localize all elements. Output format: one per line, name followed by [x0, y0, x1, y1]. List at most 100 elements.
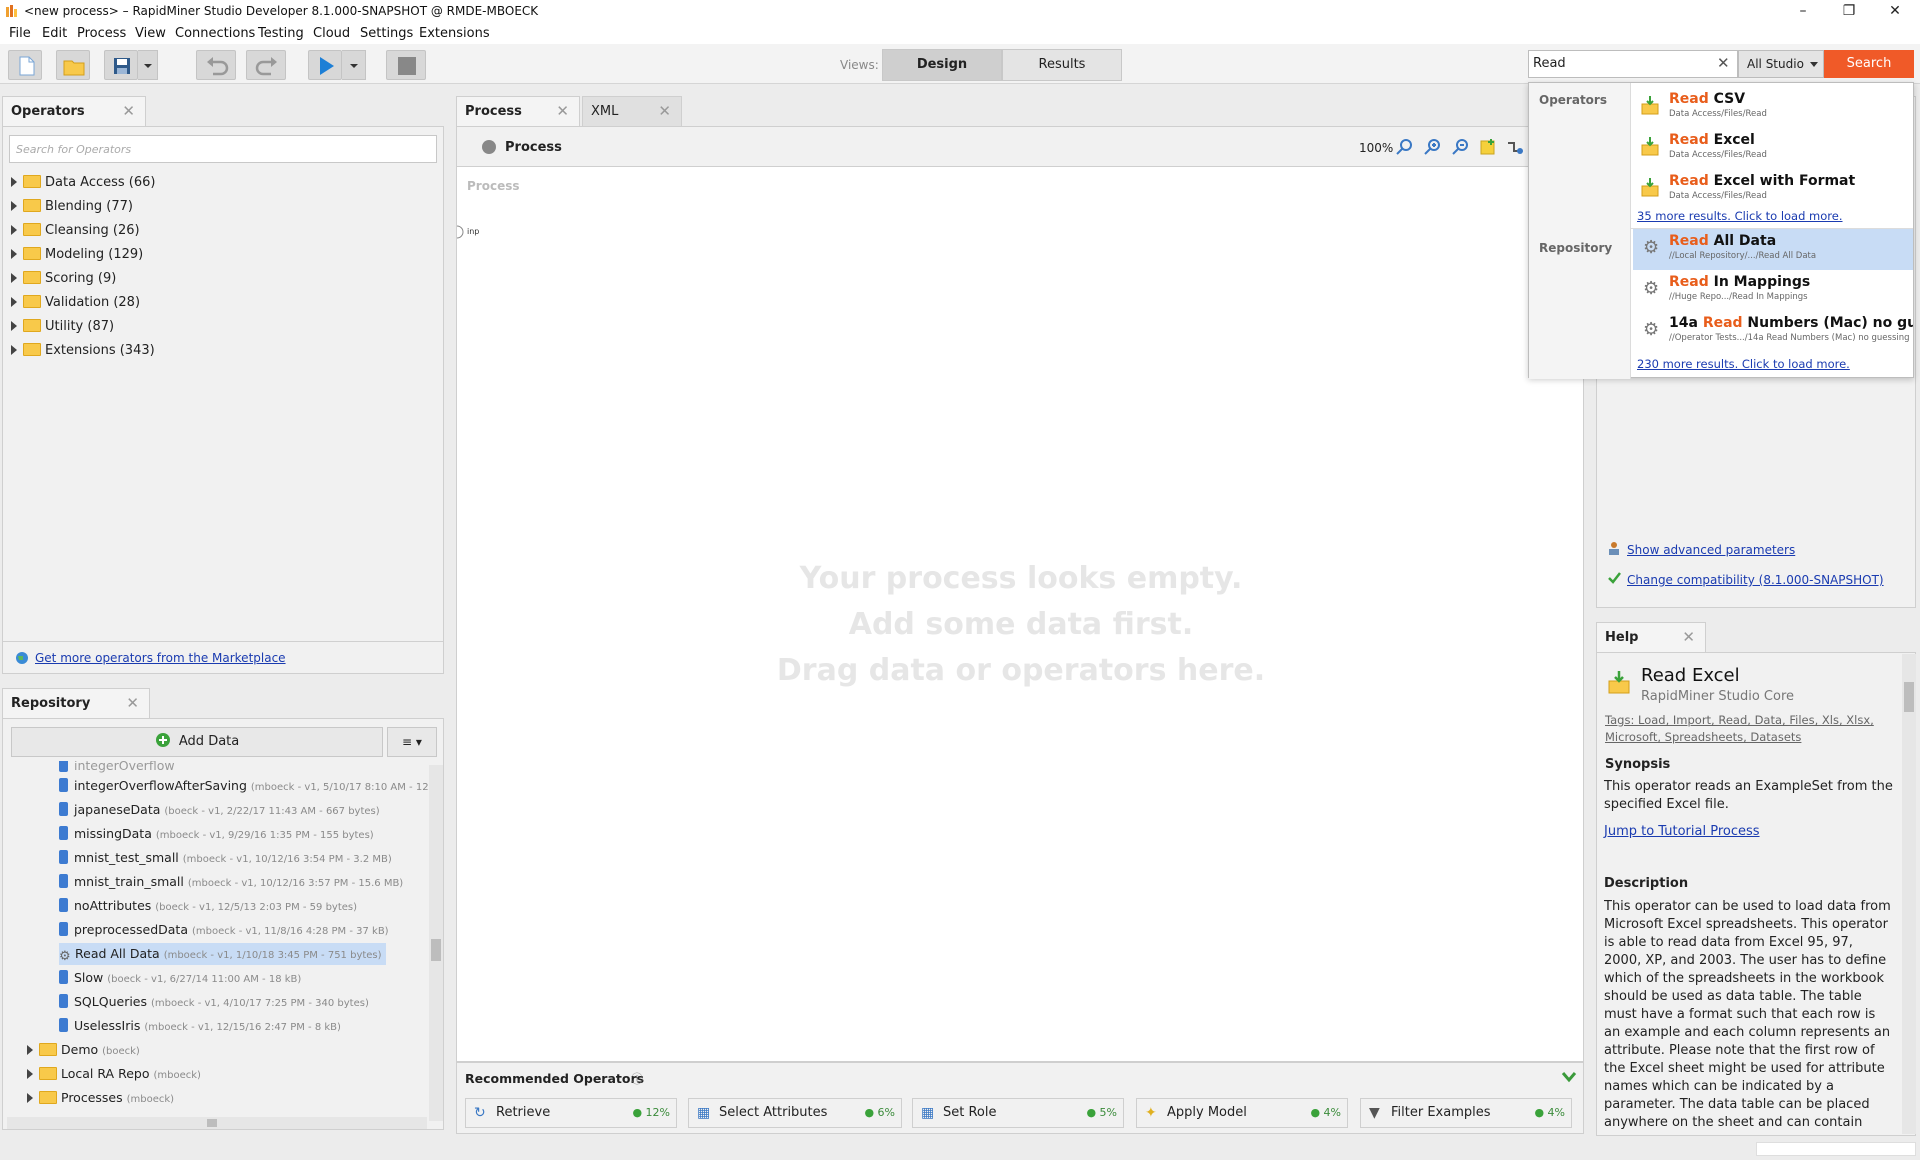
clear-search-icon[interactable]: ✕: [1717, 54, 1730, 72]
stop-button[interactable]: [386, 50, 426, 80]
minimize-button[interactable]: –: [1780, 0, 1826, 24]
save-dropdown-button[interactable]: [138, 50, 158, 80]
maximize-button[interactable]: ❐: [1826, 0, 1872, 24]
repo-entry[interactable]: preprocessedData (mboeck - v1, 11/8/16 4…: [59, 919, 389, 941]
help-scrollbar[interactable]: [1902, 654, 1916, 1134]
search-result-repository-selected[interactable]: ⚙ Read All Data //Local Repository/.../R…: [1633, 229, 1913, 270]
menu-view[interactable]: View: [135, 26, 166, 41]
operator-group[interactable]: Validation (28): [11, 293, 140, 313]
recommended-filter-examples[interactable]: ▼ Filter Examples ● 4%: [1360, 1098, 1572, 1128]
close-icon[interactable]: ✕: [556, 102, 569, 120]
repo-entry[interactable]: integerOverflowAfterSaving (mboeck - v1,…: [59, 775, 429, 797]
expand-icon[interactable]: [11, 201, 17, 211]
search-button[interactable]: Search: [1824, 50, 1914, 78]
marketplace-link[interactable]: Get more operators from the Marketplace: [35, 651, 286, 665]
repository-hscrollbar[interactable]: [7, 1117, 427, 1129]
help-tags-line-1[interactable]: Tags: Load, Import, Read, Data, Files, X…: [1605, 713, 1874, 727]
operator-group[interactable]: Data Access (66): [11, 173, 156, 193]
tutorial-link[interactable]: Jump to Tutorial Process: [1604, 824, 1760, 839]
expand-icon[interactable]: [11, 345, 17, 355]
auto-wire-icon[interactable]: [1505, 138, 1525, 156]
change-compatibility-link[interactable]: Change compatibility (8.1.000-SNAPSHOT): [1627, 573, 1884, 587]
expand-icon[interactable]: [11, 177, 17, 187]
add-note-icon[interactable]: [1479, 138, 1497, 156]
close-icon[interactable]: ✕: [658, 102, 671, 120]
menu-edit[interactable]: Edit: [42, 26, 67, 41]
search-result-repository[interactable]: ⚙ Read In Mappings //Huge Repo.../Read I…: [1633, 270, 1913, 310]
zoom-fit-icon[interactable]: [1395, 138, 1413, 156]
repo-folder[interactable]: Local RA Repo (mboeck): [27, 1063, 201, 1085]
search-result-operator[interactable]: Read CSV Data Access/Files/Read: [1633, 87, 1913, 127]
recommended-apply-model[interactable]: ✦ Apply Model ● 4%: [1136, 1098, 1348, 1128]
search-result-repository[interactable]: ⚙ 14a Read Numbers (Mac) no guess //Oper…: [1633, 311, 1913, 351]
open-process-button[interactable]: [56, 50, 90, 80]
save-button[interactable]: [104, 50, 138, 80]
expand-icon[interactable]: [11, 321, 17, 331]
repo-entry[interactable]: SQLQueries (mboeck - v1, 4/10/17 7:25 PM…: [59, 991, 369, 1013]
design-view-button[interactable]: Design: [882, 49, 1002, 81]
repo-entry[interactable]: UselessIris (mboeck - v1, 12/15/16 2:47 …: [59, 1015, 341, 1037]
expand-icon[interactable]: [27, 1093, 33, 1103]
expand-icon[interactable]: [27, 1069, 33, 1079]
expand-icon[interactable]: [11, 297, 17, 307]
operator-group[interactable]: Extensions (343): [11, 341, 155, 361]
repo-entry[interactable]: Slow (boeck - v1, 6/27/14 11:00 AM - 18 …: [59, 967, 301, 989]
results-view-button[interactable]: Results: [1002, 49, 1122, 81]
new-process-button[interactable]: [8, 50, 42, 80]
operator-group[interactable]: Scoring (9): [11, 269, 116, 289]
operator-group[interactable]: Modeling (129): [11, 245, 143, 265]
repo-entry[interactable]: noAttributes (boeck - v1, 12/5/13 2:03 P…: [59, 895, 357, 917]
run-dropdown-button[interactable]: [342, 50, 366, 80]
menu-connections[interactable]: Connections: [175, 26, 255, 41]
repository-menu-button[interactable]: ≡ ▾: [387, 727, 437, 757]
repository-vscrollbar[interactable]: [429, 765, 443, 1121]
operator-group[interactable]: Cleansing (26): [11, 221, 140, 241]
menu-file[interactable]: File: [9, 26, 31, 41]
menu-process[interactable]: Process: [77, 26, 126, 41]
tab-operators[interactable]: Operators ✕: [2, 96, 146, 126]
tab-xml[interactable]: XML ✕: [582, 96, 682, 126]
input-port-icon[interactable]: [455, 225, 465, 239]
scrollbar-thumb[interactable]: [431, 939, 441, 961]
tab-help[interactable]: Help ✕: [1596, 622, 1706, 652]
recommended-set-role[interactable]: ▦ Set Role ● 5%: [912, 1098, 1124, 1128]
info-icon[interactable]: ⓘ: [631, 1070, 643, 1087]
expand-icon[interactable]: [27, 1045, 33, 1055]
repo-folder[interactable]: Processes (mboeck): [27, 1087, 174, 1109]
show-advanced-parameters-link[interactable]: Show advanced parameters: [1627, 543, 1795, 557]
redo-button[interactable]: [246, 50, 286, 80]
run-process-button[interactable]: [308, 50, 342, 80]
menu-settings[interactable]: Settings: [360, 26, 413, 41]
close-icon[interactable]: ✕: [122, 102, 135, 120]
expand-icon[interactable]: [11, 225, 17, 235]
tab-process[interactable]: Process ✕: [456, 96, 580, 126]
tab-repository[interactable]: Repository ✕: [2, 688, 150, 718]
close-icon[interactable]: ✕: [126, 694, 139, 712]
add-data-button[interactable]: Add Data: [11, 727, 383, 757]
repo-entry-selected[interactable]: ⚙ Read All Data (mboeck - v1, 1/10/18 3:4…: [59, 943, 386, 965]
expand-icon[interactable]: [11, 249, 17, 259]
scrollbar-thumb[interactable]: [207, 1119, 217, 1127]
operator-group[interactable]: Blending (77): [11, 197, 133, 217]
menu-testing[interactable]: Testing: [258, 26, 304, 41]
search-result-operator[interactable]: Read Excel Data Access/Files/Read: [1633, 128, 1913, 168]
search-scope-select[interactable]: All Studio: [1738, 50, 1824, 78]
operators-load-more-link[interactable]: 35 more results. Click to load more.: [1637, 209, 1843, 223]
zoom-out-icon[interactable]: [1451, 138, 1469, 156]
recommended-retrieve[interactable]: ↻ Retrieve ● 12%: [465, 1098, 677, 1128]
recommended-select-attributes[interactable]: ▦ Select Attributes ● 6%: [688, 1098, 902, 1128]
repository-load-more-link[interactable]: 230 more results. Click to load more.: [1637, 357, 1850, 371]
process-canvas[interactable]: Process inp Your process looks empty. Ad…: [456, 166, 1584, 1062]
undo-button[interactable]: [196, 50, 236, 80]
expand-icon[interactable]: [11, 273, 17, 283]
repo-entry[interactable]: japaneseData (boeck - v1, 2/22/17 11:43 …: [59, 799, 380, 821]
operator-group[interactable]: Utility (87): [11, 317, 114, 337]
menu-extensions[interactable]: Extensions: [419, 26, 490, 41]
global-search-field[interactable]: Read ✕: [1528, 50, 1738, 78]
repo-entry[interactable]: mnist_train_small (mboeck - v1, 10/12/16…: [59, 871, 403, 893]
process-breadcrumb[interactable]: Process: [505, 140, 562, 155]
close-window-button[interactable]: ✕: [1872, 0, 1918, 24]
zoom-in-icon[interactable]: [1423, 138, 1441, 156]
operators-search-input[interactable]: Search for Operators: [9, 135, 437, 163]
repo-entry[interactable]: missingData (mboeck - v1, 9/29/16 1:35 P…: [59, 823, 374, 845]
